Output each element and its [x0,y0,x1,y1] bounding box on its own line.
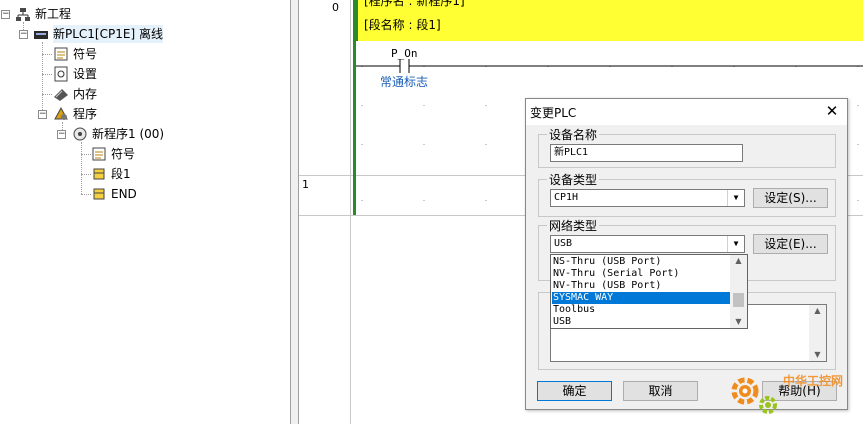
device-name-field[interactable]: 新PLC1 [550,144,743,162]
device-settings-button[interactable]: 设定(S)... [753,188,828,208]
chevron-down-icon[interactable]: ▼ [727,236,744,252]
tree-item-program-symbols[interactable]: 符号 [111,145,135,163]
plc-icon [34,31,48,39]
scrollbar[interactable]: ▲ ▼ [809,305,826,361]
tree-item-program[interactable]: 新程序1 (00) [92,125,164,143]
cancel-button[interactable]: 取消 [623,381,698,401]
gear-small-icon [759,396,777,414]
tree-connector [42,74,52,75]
tree-connector [81,194,91,195]
select-value: CP1H [554,192,579,203]
pane-splitter[interactable] [290,0,299,424]
program-comment-block[interactable]: [程序名 : 新程序1] [段名称 : 段1] [353,0,863,41]
watermark: 中华工控网 [725,366,861,422]
section-icon [93,168,105,180]
section-name-line: [段名称 : 段1] [364,18,441,32]
ok-button[interactable]: 确定 [537,381,612,401]
watermark-text: 中华工控网 [783,374,844,388]
tree-item-label: 内存 [73,87,98,101]
tree-connector [42,94,52,95]
tree-item-label: END [111,187,137,201]
dropdown-option[interactable]: USB [552,316,730,328]
close-button[interactable]: ✕ [823,102,841,120]
tree-item-section[interactable]: 段1 [111,165,131,183]
tree-item-label: 设置 [73,67,98,81]
scroll-down-icon[interactable]: ▼ [809,349,826,361]
collapse-icon[interactable]: − [38,110,47,119]
tree-item-label: 符号 [73,47,98,61]
tree-item-label: 新工程 [35,7,72,21]
memory-icon [54,89,68,101]
tree-item-label: 新程序1 (00) [92,127,165,141]
normally-open-contact[interactable] [356,58,863,74]
rung-number: 1 [302,178,309,191]
collapse-icon[interactable]: − [57,130,66,139]
chevron-down-icon[interactable]: ▼ [727,190,744,206]
tree-item-settings[interactable]: 设置 [73,65,97,83]
settings-icon [54,66,68,82]
tree-item-project[interactable]: 新工程 [35,5,71,23]
tree-connector [81,142,82,194]
symbols-icon [54,47,68,61]
tree-connector [42,42,43,114]
group-label: 设备名称 [547,126,600,143]
scroll-down-icon[interactable]: ▼ [730,316,747,328]
group-label: 网络类型 [547,217,600,234]
symbols-icon [92,147,106,161]
program-name-line: [程序名 : 新程序1] [364,0,465,8]
dropdown-scrollbar[interactable]: ▲ ▼ [730,255,747,328]
rung-number-column [299,0,351,424]
network-type-select[interactable]: USB ▼ [550,235,745,253]
tree-item-label: 程序 [73,107,98,121]
change-plc-dialog: 变更PLC ✕ 设备名称 新PLC1 设备类型 CP1H ▼ 设定(S)... … [525,98,848,410]
dialog-title: 变更PLC [530,106,577,120]
tree-item-plc[interactable]: 新PLC1[CP1E] 离线 [53,25,163,43]
collapse-icon[interactable]: − [19,30,28,39]
scroll-up-icon[interactable]: ▲ [730,255,747,267]
tree-item-label: 新PLC1[CP1E] 离线 [53,27,163,41]
tree-item-memory[interactable]: 内存 [73,85,97,103]
tree-connector [42,54,52,55]
dropdown-option[interactable]: Toolbus [552,304,730,316]
group-label: 设备类型 [547,171,600,188]
project-icon [16,8,30,21]
tree-item-programs[interactable]: 程序 [73,105,97,123]
dialog-titlebar[interactable]: 变更PLC ✕ [526,99,847,125]
tree-connector [81,174,91,175]
dropdown-option[interactable]: NS-Thru (USB Port) [552,256,730,268]
tree-item-symbols[interactable]: 符号 [73,45,97,63]
contact-comment: 常通标志 [380,75,429,89]
select-value: USB [554,238,573,249]
dropdown-option[interactable]: NV-Thru (Serial Port) [552,268,730,280]
project-tree: − 新工程 − 新PLC1[CP1E] 离线 符号 设置 内存 − 程序 − 新… [0,0,290,424]
scrollbar-thumb[interactable] [733,293,744,307]
network-type-dropdown-list[interactable]: NS-Thru (USB Port) NV-Thru (Serial Port)… [550,254,748,329]
device-type-select[interactable]: CP1H ▼ [550,189,745,207]
tree-item-label: 段1 [111,167,131,181]
dropdown-option-selected[interactable]: SYSMAC WAY [552,292,730,304]
collapse-icon[interactable]: − [1,10,10,19]
rung-number: 0 [332,1,339,14]
tree-item-label: 符号 [111,147,136,161]
scroll-up-icon[interactable]: ▲ [809,305,826,317]
network-settings-button[interactable]: 设定(E)... [753,234,828,254]
dropdown-option[interactable]: NV-Thru (USB Port) [552,280,730,292]
program-icon [73,127,87,141]
tree-item-end[interactable]: END [111,185,137,203]
programs-icon [54,106,68,120]
tree-connector [81,154,91,155]
end-icon [93,188,105,200]
